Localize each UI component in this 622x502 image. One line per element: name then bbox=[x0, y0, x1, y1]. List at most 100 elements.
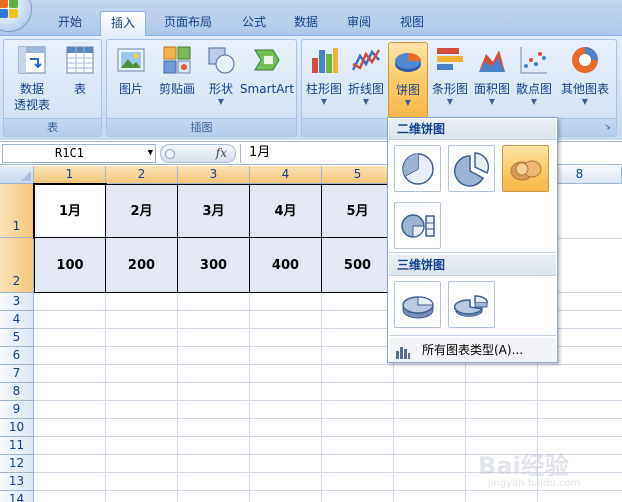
area-chart-button[interactable]: 面积图 ▼ bbox=[472, 42, 512, 118]
line-chart-icon bbox=[350, 44, 382, 76]
dialog-launcher-icon[interactable]: ↘ bbox=[602, 122, 613, 133]
formula-controls: fx bbox=[160, 144, 236, 163]
cell-r2-c5[interactable]: 500 bbox=[322, 238, 394, 293]
line-chart-dropdown-arrow-icon: ▼ bbox=[362, 97, 370, 106]
tab-data[interactable]: 数据 bbox=[284, 11, 328, 36]
pie-chart-dropdown-arrow-icon: ▼ bbox=[404, 98, 412, 107]
table-button[interactable]: 表 bbox=[60, 42, 100, 118]
column-header-2[interactable]: 2 bbox=[106, 166, 178, 184]
clipart-button[interactable]: 剪贴画 bbox=[153, 42, 201, 118]
name-box-value: R1C1 bbox=[55, 146, 84, 160]
line-chart-label: 折线图 bbox=[347, 82, 384, 96]
pie-chart-label: 饼图 bbox=[395, 83, 420, 97]
tab-home[interactable]: 开始 bbox=[48, 11, 92, 36]
other-charts-button[interactable]: 其他图表 ▼ bbox=[556, 42, 614, 118]
gridline bbox=[34, 400, 622, 401]
picture-label: 图片 bbox=[118, 82, 143, 96]
resize-grip-icon[interactable] bbox=[165, 149, 175, 159]
row-header-11[interactable]: 11 bbox=[0, 437, 34, 455]
column-chart-button[interactable]: 柱形图 ▼ bbox=[304, 42, 344, 118]
column-header-4[interactable]: 4 bbox=[250, 166, 322, 184]
row-header-1[interactable]: 1 bbox=[0, 184, 34, 238]
row-header-9[interactable]: 9 bbox=[0, 401, 34, 419]
bar-of-pie-icon bbox=[401, 214, 435, 238]
column-chart-dropdown-arrow-icon: ▼ bbox=[320, 97, 328, 106]
row-header-3[interactable]: 3 bbox=[0, 293, 34, 311]
bar-chart-button[interactable]: 条形图 ▼ bbox=[430, 42, 470, 118]
gridline bbox=[177, 293, 178, 502]
name-box[interactable]: R1C1 ▼ bbox=[2, 144, 156, 163]
column-chart-label: 柱形图 bbox=[305, 82, 342, 96]
clipart-label: 剪贴画 bbox=[158, 82, 195, 96]
cell-r2-c1[interactable]: 100 bbox=[34, 238, 106, 293]
picture-button[interactable]: 图片 bbox=[111, 42, 151, 118]
cell-r1-c4[interactable]: 4月 bbox=[250, 184, 322, 238]
cell-r2-c4[interactable]: 400 bbox=[250, 238, 322, 293]
insert-function-icon[interactable]: fx bbox=[216, 145, 227, 162]
bar-chart-dropdown-arrow-icon: ▼ bbox=[446, 97, 454, 106]
pivot-table-label-2: 透视表 bbox=[13, 98, 50, 112]
row-header-10[interactable]: 10 bbox=[0, 419, 34, 437]
cell-r2-c2[interactable]: 200 bbox=[106, 238, 178, 293]
smartart-label: SmartArt bbox=[239, 82, 295, 96]
row-header-14[interactable]: 14 bbox=[0, 491, 34, 502]
pie-chart-button[interactable]: 饼图 ▼ bbox=[388, 42, 428, 118]
exploded-pie-2d-option[interactable] bbox=[448, 145, 495, 192]
column-header-5[interactable]: 5 bbox=[322, 166, 394, 184]
scatter-chart-button[interactable]: 散点图 ▼ bbox=[514, 42, 554, 118]
line-chart-button[interactable]: 折线图 ▼ bbox=[346, 42, 386, 118]
group-illustrations-label: 插图 bbox=[107, 118, 296, 136]
select-all-corner[interactable] bbox=[0, 166, 34, 184]
exploded-pie-2d-icon bbox=[454, 152, 490, 187]
section-header-3d-pie: 三维饼图 bbox=[389, 255, 556, 276]
pivot-table-button[interactable]: 数据 透视表 bbox=[6, 42, 58, 118]
pie-2d-option[interactable] bbox=[394, 145, 441, 192]
group-tables: 数据 透视表 表 表 bbox=[3, 39, 102, 137]
cell-r1-c2[interactable]: 2月 bbox=[106, 184, 178, 238]
all-chart-types-icon bbox=[395, 343, 411, 359]
group-tables-label: 表 bbox=[4, 118, 101, 136]
cell-r2-c3[interactable]: 300 bbox=[178, 238, 250, 293]
gridline bbox=[321, 293, 322, 502]
pie-chart-icon bbox=[392, 45, 424, 77]
pie-of-pie-3d-option[interactable] bbox=[502, 145, 549, 192]
menu-separator bbox=[389, 335, 556, 336]
ribbon-tab-row: 开始 插入 页面布局 公式 数据 审阅 视图 bbox=[0, 8, 622, 37]
pivot-table-label-1: 数据 bbox=[19, 82, 44, 96]
name-box-dropdown-icon[interactable]: ▼ bbox=[148, 145, 153, 162]
tab-page-layout[interactable]: 页面布局 bbox=[154, 11, 222, 36]
column-chart-icon bbox=[308, 44, 340, 76]
pie-2d-icon bbox=[402, 153, 434, 185]
all-chart-types-item[interactable]: 所有图表类型(A)... bbox=[389, 338, 556, 362]
pie-3d-option[interactable] bbox=[394, 281, 441, 328]
shapes-button[interactable]: 形状 ▼ bbox=[203, 42, 239, 118]
cell-r1-c5[interactable]: 5月 bbox=[322, 184, 394, 238]
row-header-13[interactable]: 13 bbox=[0, 473, 34, 491]
scatter-chart-dropdown-arrow-icon: ▼ bbox=[530, 97, 538, 106]
cell-r1-c1[interactable]: 1月 bbox=[33, 183, 107, 239]
row-header-7[interactable]: 7 bbox=[0, 365, 34, 383]
cell-r1-c3[interactable]: 3月 bbox=[178, 184, 250, 238]
tab-formulas[interactable]: 公式 bbox=[232, 11, 276, 36]
tab-insert[interactable]: 插入 bbox=[100, 11, 147, 37]
row-header-4[interactable]: 4 bbox=[0, 311, 34, 329]
row-header-6[interactable]: 6 bbox=[0, 347, 34, 365]
gridline bbox=[34, 436, 622, 437]
column-header-1[interactable]: 1 bbox=[34, 166, 106, 184]
row-header-8[interactable]: 8 bbox=[0, 383, 34, 401]
bar-of-pie-option[interactable] bbox=[394, 202, 441, 249]
column-header-3[interactable]: 3 bbox=[178, 166, 250, 184]
row-header-5[interactable]: 5 bbox=[0, 329, 34, 347]
smartart-icon bbox=[251, 44, 283, 76]
row-header-2[interactable]: 2 bbox=[0, 238, 34, 293]
pie-3d-icon bbox=[402, 296, 434, 319]
baidu-watermark: Bai经验 jingyan.baidu.com bbox=[478, 446, 618, 498]
bar-chart-icon bbox=[434, 44, 466, 76]
tab-review[interactable]: 审阅 bbox=[337, 11, 381, 36]
exploded-pie-3d-option[interactable] bbox=[448, 281, 495, 328]
exploded-pie-3d-icon bbox=[454, 295, 488, 317]
tab-view[interactable]: 视图 bbox=[390, 11, 434, 36]
row-header-12[interactable]: 12 bbox=[0, 455, 34, 473]
scatter-chart-icon bbox=[518, 44, 550, 76]
smartart-button[interactable]: SmartArt bbox=[239, 42, 295, 118]
